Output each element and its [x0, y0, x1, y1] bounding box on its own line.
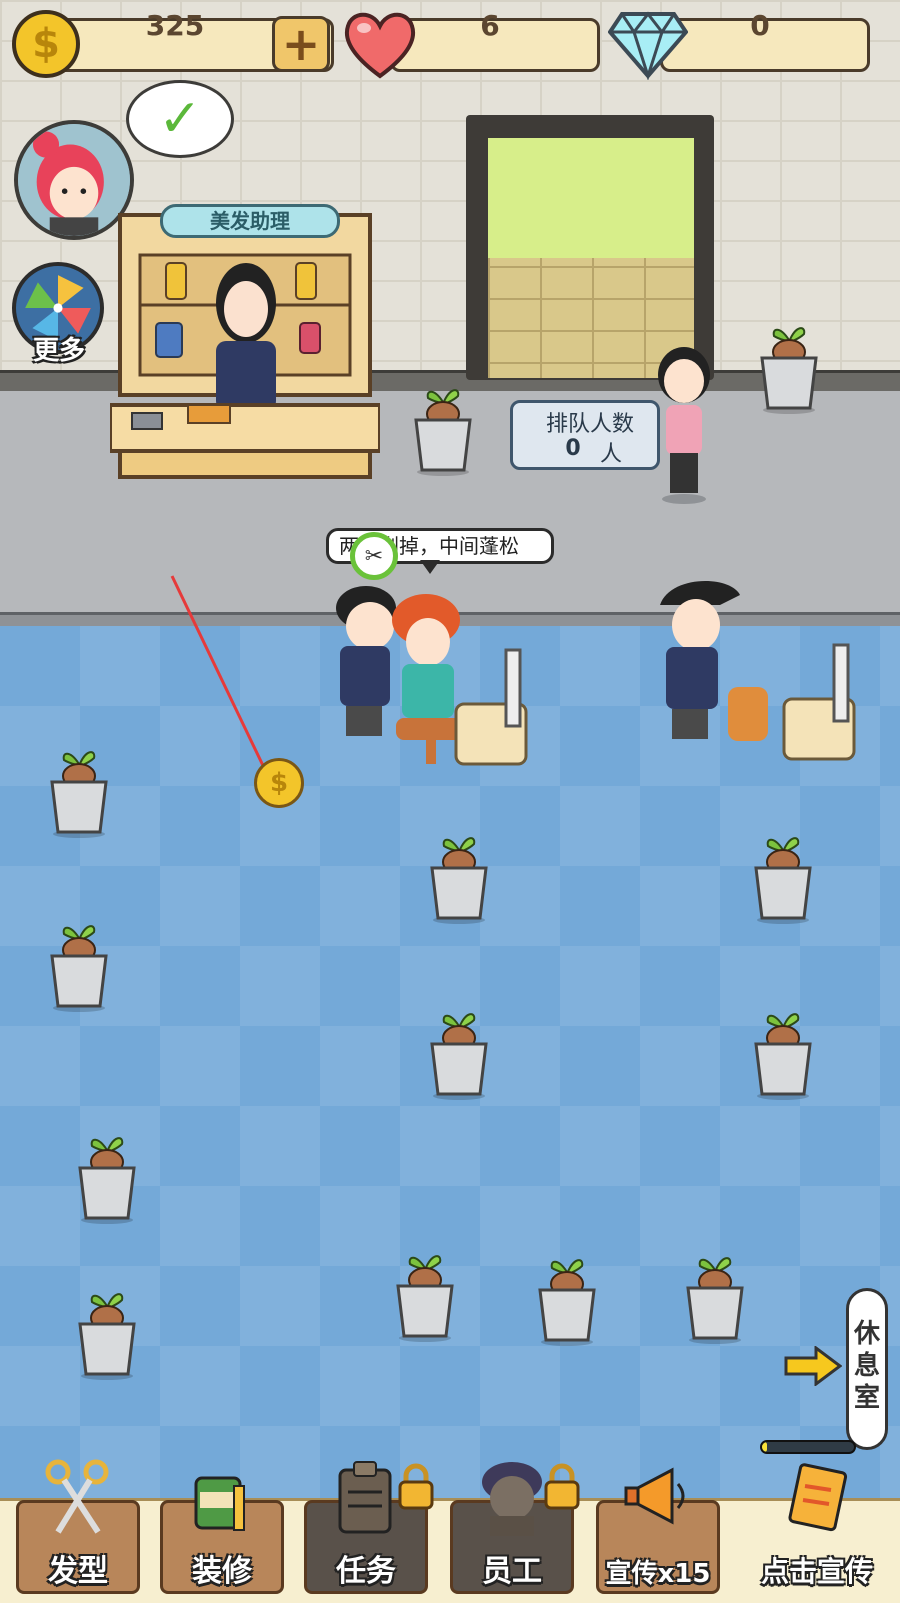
diamond-count: 0 — [750, 9, 770, 42]
flyer-icon — [788, 1463, 848, 1532]
tab-hairstyle[interactable]: 发型 — [16, 1459, 140, 1594]
styling-station-1[interactable] — [326, 580, 556, 780]
coin-icon: $ — [12, 10, 80, 78]
more-label: 更多 — [32, 336, 85, 366]
staff-icon — [482, 1462, 542, 1536]
plant-pot — [50, 925, 108, 1012]
plant-pot — [78, 1293, 136, 1380]
plant-pot — [754, 1013, 812, 1100]
collectible-coin[interactable]: $ — [254, 758, 304, 808]
tab-promote[interactable]: 宣传x15 — [596, 1467, 720, 1594]
plant-pot — [50, 751, 108, 838]
plant-pot — [538, 1259, 596, 1346]
tab-promote-label: 宣传x15 — [605, 1559, 711, 1589]
queue-unit: 人 — [600, 442, 623, 467]
tab-staff[interactable]: 员工 — [450, 1462, 580, 1594]
paint-bucket-icon — [194, 1476, 245, 1531]
rest-progress-fill — [762, 1442, 767, 1452]
doorway-outside-view — [488, 138, 694, 258]
add-coins-button[interactable]: + — [272, 16, 330, 72]
tab-staff-label: 员工 — [482, 1554, 542, 1589]
queue-title: 排队人数 — [545, 412, 634, 437]
rest-room-label: 休息室 — [853, 1319, 880, 1413]
plant-pot — [414, 389, 472, 476]
arrow-right-icon — [784, 1346, 842, 1386]
reception-sign: 美发助理 — [160, 204, 340, 238]
lock-icon — [544, 1463, 580, 1510]
plant-pot — [754, 837, 812, 924]
speech-bubble-tail — [420, 560, 440, 574]
lock-icon — [398, 1463, 434, 1510]
diamond-icon — [608, 11, 688, 80]
scissors-icon — [45, 1459, 109, 1534]
megaphone-icon — [624, 1467, 685, 1525]
queue-count: 0 — [565, 436, 581, 461]
tab-click-promote[interactable]: 点击宣传 — [742, 1463, 892, 1594]
styling-station-2[interactable] — [650, 575, 880, 775]
tab-renovation-label: 装修 — [192, 1554, 252, 1589]
tab-click-promote-label: 点击宣传 — [760, 1555, 873, 1588]
plant-pot — [430, 837, 488, 924]
tab-hairstyle-label: 发型 — [48, 1554, 108, 1589]
rest-progress-bar — [760, 1440, 856, 1454]
tab-tasks-label: 任务 — [336, 1554, 396, 1589]
heart-icon — [344, 12, 416, 79]
assistant-ready-check-icon: ✓ — [126, 80, 234, 158]
waiting-customer[interactable] — [650, 345, 718, 505]
plant-pot — [686, 1257, 744, 1344]
plant-pot — [760, 327, 818, 414]
haircut-progress-scissors-icon: ✂ — [350, 532, 398, 580]
plant-pot — [78, 1137, 136, 1224]
clipboard-icon — [338, 1461, 392, 1534]
plant-pot — [396, 1255, 454, 1342]
tab-tasks[interactable]: 任务 — [304, 1461, 434, 1594]
coin-count: 325 — [145, 9, 205, 42]
reception-desk[interactable] — [110, 205, 380, 485]
heart-count: 6 — [480, 9, 500, 42]
plant-pot — [430, 1013, 488, 1100]
tab-renovation[interactable]: 装修 — [160, 1476, 284, 1594]
